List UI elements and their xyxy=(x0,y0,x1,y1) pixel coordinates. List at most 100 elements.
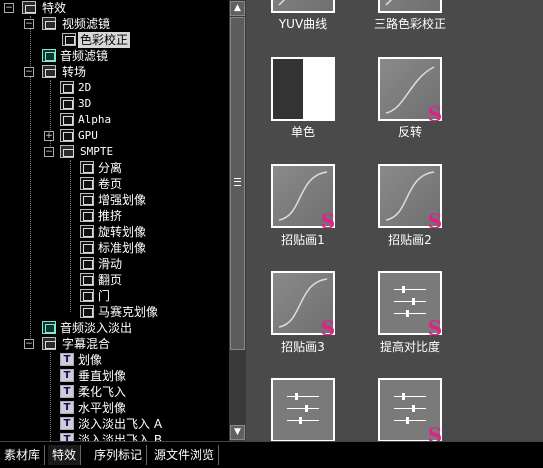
tree-item-gpu[interactable]: + GPU xyxy=(44,128,100,144)
effect-tile-increase-contrast[interactable]: S xyxy=(378,271,443,340)
tree-label: 划像 xyxy=(78,353,103,367)
tree-item-3d[interactable]: 3D xyxy=(60,96,93,112)
transition-icon xyxy=(80,177,94,190)
tree-item-soft-fly-in[interactable]: T 柔化飞入 xyxy=(60,384,128,400)
tree-item-page-curl[interactable]: 卷页 xyxy=(80,176,124,192)
effect-tile[interactable] xyxy=(378,0,442,13)
tree-item-audio-fade[interactable]: 音频淡入淡出 xyxy=(42,320,134,336)
transition-icon xyxy=(60,129,74,142)
effect-label: 反转 xyxy=(397,125,422,139)
transition-icon xyxy=(80,161,94,174)
effect-tile-poster-1[interactable]: S xyxy=(271,164,335,231)
tree-item-color-correction[interactable]: 色彩校正 xyxy=(58,32,131,48)
tree-label: 旋转划像 xyxy=(98,225,147,239)
transition-icon xyxy=(80,257,94,270)
tree-item-enhanced-wipe[interactable]: 增强划像 xyxy=(80,192,148,208)
effect-label: 招贴画1 xyxy=(281,233,325,247)
title-icon: T xyxy=(60,401,74,414)
tree-item-rotate-wipe[interactable]: 旋转划像 xyxy=(80,224,148,240)
tree-item-push[interactable]: 推挤 xyxy=(80,208,124,224)
tree-item-fade-fly-in-a[interactable]: T 淡入淡出飞入 A xyxy=(60,416,164,432)
filter-icon xyxy=(62,33,76,46)
effects-tree: − 特效 − 视频滤镜 色彩校正 音频滤镜 − 转场 2D 3D Alpha +… xyxy=(0,0,229,441)
tab-sequence-markers[interactable]: 序列标记 xyxy=(90,445,148,465)
tree-item-video-filters[interactable]: − 视频滤镜 xyxy=(24,16,112,32)
title-icon: T xyxy=(60,385,74,398)
scroll-down-button[interactable]: ▼ xyxy=(230,425,245,440)
effect-tile-poster-3[interactable]: S xyxy=(271,271,336,340)
tree-label: 分离 xyxy=(98,161,123,175)
tree-item-separate[interactable]: 分离 xyxy=(80,160,124,176)
effect-tile[interactable] xyxy=(271,0,335,13)
tree-item-audio-filters[interactable]: 音频滤镜 xyxy=(42,48,110,64)
tree-item-mosaic-wipe[interactable]: 马赛克划像 xyxy=(80,304,160,320)
effect-tile-invert[interactable]: S xyxy=(378,57,443,126)
tree-item-standard-wipe[interactable]: 标准划像 xyxy=(80,240,148,256)
tree-label: 淡入淡出飞入 A xyxy=(78,417,163,431)
tab-effects[interactable]: 特效 xyxy=(48,445,82,465)
tree-item-smpte[interactable]: − SMPTE xyxy=(44,144,115,160)
effect-tile[interactable] xyxy=(271,378,335,441)
grip-icon xyxy=(234,178,241,186)
tree-item-transitions[interactable]: − 转场 xyxy=(24,64,88,80)
tree-item-2d[interactable]: 2D xyxy=(60,80,93,96)
transition-icon xyxy=(80,289,94,302)
s-badge-icon: S xyxy=(427,423,443,441)
tree-item-fade-fly-in-b[interactable]: T 淡入淡出飞入 B xyxy=(60,432,164,441)
tree-label: 特效 xyxy=(42,1,67,15)
panel-tabs: 素材库 特效 序列标记 源文件浏览 xyxy=(0,441,543,468)
tree-item-wipe[interactable]: T 划像 xyxy=(60,352,104,368)
folder-open-icon xyxy=(22,1,36,14)
tree-label: 滑动 xyxy=(98,257,123,271)
tree-label: SMPTE xyxy=(80,145,114,158)
curve-effect-icon xyxy=(380,0,440,11)
tree-label: 卷页 xyxy=(98,177,123,191)
transition-icon xyxy=(80,241,94,254)
title-icon: T xyxy=(60,353,74,366)
tree-item-alpha[interactable]: Alpha xyxy=(60,112,113,128)
tree-label: Alpha xyxy=(78,113,112,126)
transition-icon xyxy=(60,97,74,110)
tree-item-page-flip[interactable]: 翻页 xyxy=(80,272,124,288)
s-badge-icon: S xyxy=(427,316,443,340)
folder-open-icon xyxy=(42,17,56,30)
transition-icon xyxy=(80,305,94,318)
tree-label: 翻页 xyxy=(98,273,123,287)
effect-tile[interactable]: S xyxy=(378,378,442,441)
effect-label: 单色 xyxy=(290,125,315,139)
effect-label: 三路色彩校正 xyxy=(373,17,446,31)
folder-open-icon xyxy=(60,145,74,158)
transition-icon xyxy=(80,225,94,238)
s-badge-icon: S xyxy=(320,316,336,340)
tree-item-effects[interactable]: − 特效 xyxy=(4,0,68,16)
tree-label: 音频淡入淡出 xyxy=(60,321,133,335)
monochrome-effect-icon xyxy=(273,59,303,119)
transition-icon xyxy=(80,193,94,206)
audio-filter-icon xyxy=(42,321,56,334)
scroll-thumb[interactable] xyxy=(230,17,245,350)
effect-label: YUV曲线 xyxy=(278,17,328,31)
monochrome-white-half xyxy=(303,59,333,119)
tab-source-browser[interactable]: 源文件浏览 xyxy=(150,445,220,465)
scroll-up-button[interactable]: ▲ xyxy=(230,1,245,16)
effect-label: 招贴画2 xyxy=(388,233,432,247)
tree-label: 音频滤镜 xyxy=(60,49,109,63)
tree-item-door[interactable]: 门 xyxy=(80,288,112,304)
tree-label: 柔化飞入 xyxy=(78,385,127,399)
tree-scrollbar[interactable]: ▲ ▼ xyxy=(229,0,246,441)
s-badge-icon: S xyxy=(427,102,443,126)
tree-item-slide[interactable]: 滑动 xyxy=(80,256,124,272)
tree-item-title-mix[interactable]: − 字幕混合 xyxy=(24,336,112,352)
tab-asset-library[interactable]: 素材库 xyxy=(0,445,46,465)
sliders-effect-icon xyxy=(273,380,333,440)
tree-item-vertical-wipe[interactable]: T 垂直划像 xyxy=(60,368,128,384)
tree-item-horizontal-wipe[interactable]: T 水平划像 xyxy=(60,400,128,416)
transition-icon xyxy=(60,81,74,94)
tree-label: 色彩校正 xyxy=(78,32,131,48)
effect-tile-monochrome[interactable] xyxy=(271,57,335,121)
effect-tile-poster-2[interactable]: S xyxy=(378,164,442,231)
tree-label: 淡入淡出飞入 B xyxy=(78,433,163,441)
tree-label: 马赛克划像 xyxy=(98,305,159,319)
effect-label: 提高对比度 xyxy=(379,340,440,354)
tree-label: 视频滤镜 xyxy=(62,17,111,31)
